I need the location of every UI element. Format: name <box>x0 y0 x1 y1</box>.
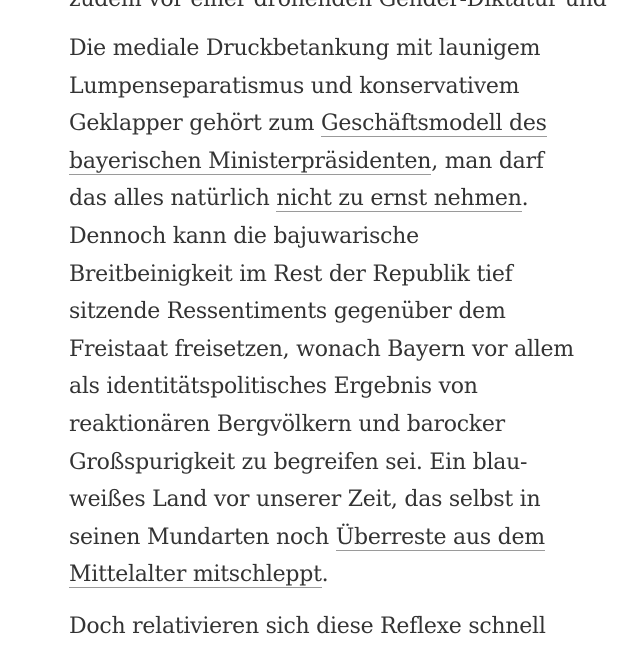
text-segment: . <box>521 186 529 212</box>
text-line: bayerischen Ministerpräsidenten, man dar… <box>69 143 574 181</box>
text-line: weißes Land vor unserer Zeit, das selbst… <box>69 487 541 513</box>
text-segment: . <box>321 562 329 588</box>
text-segment: Geklapper gehört zum <box>69 111 322 137</box>
link-ueberreste-continued[interactable]: Mittelalter mitschleppt <box>69 562 322 589</box>
text-segment: , man darf <box>431 148 544 174</box>
link-nicht-zu-ernst-nehmen[interactable]: nicht zu ernst nehmen <box>276 186 522 213</box>
text-line: Breitbeinigkeit im Rest der Republik tie… <box>69 261 513 287</box>
text-line: Die mediale Druckbetankung mit launigem <box>69 36 541 61</box>
link-geschaeftsmodell-continued[interactable]: bayerischen Ministerpräsidenten <box>69 148 431 175</box>
paragraph-main: Die mediale Druckbetankung mit launigem … <box>69 30 574 594</box>
text-line: reaktionären Bergvölkern und barocker <box>69 411 505 437</box>
text-line: zudem vor einer drohenden Gender-Diktatu… <box>69 0 607 19</box>
text-line: Mittelalter mitschleppt. <box>69 556 574 594</box>
text-line: Geklapper gehört zum Geschäftsmodell des <box>69 105 574 143</box>
text-line: als identitätspolitisches Ergebnis von <box>69 374 478 400</box>
text-line: Doch relativieren sich diese Reflexe sch… <box>69 614 546 639</box>
text-segment: seinen Mundarten noch <box>69 524 336 550</box>
text-line: sitzende Ressentiments gegenüber dem <box>69 299 506 325</box>
link-geschaeftsmodell[interactable]: Geschäftsmodell des <box>321 111 547 138</box>
text-line: Lumpenseparatismus und konservativem <box>69 73 520 99</box>
text-line: Großspurigkeit zu begreifen sei. Ein bla… <box>69 449 528 475</box>
text-line: seinen Mundarten noch Überreste aus dem <box>69 519 574 557</box>
link-ueberreste[interactable]: Überreste aus dem <box>335 524 545 551</box>
paragraph-next: Doch relativieren sich diese Reflexe sch… <box>69 608 546 646</box>
paragraph-previous: zudem vor einer drohenden Gender-Diktatu… <box>69 0 607 19</box>
text-segment: das alles natürlich <box>69 186 277 212</box>
text-line: Freistaat freisetzen, wonach Bayern vor … <box>69 336 574 362</box>
text-line: Dennoch kann die bajuwarische <box>69 223 419 249</box>
text-line: das alles natürlich nicht zu ernst nehme… <box>69 180 574 218</box>
